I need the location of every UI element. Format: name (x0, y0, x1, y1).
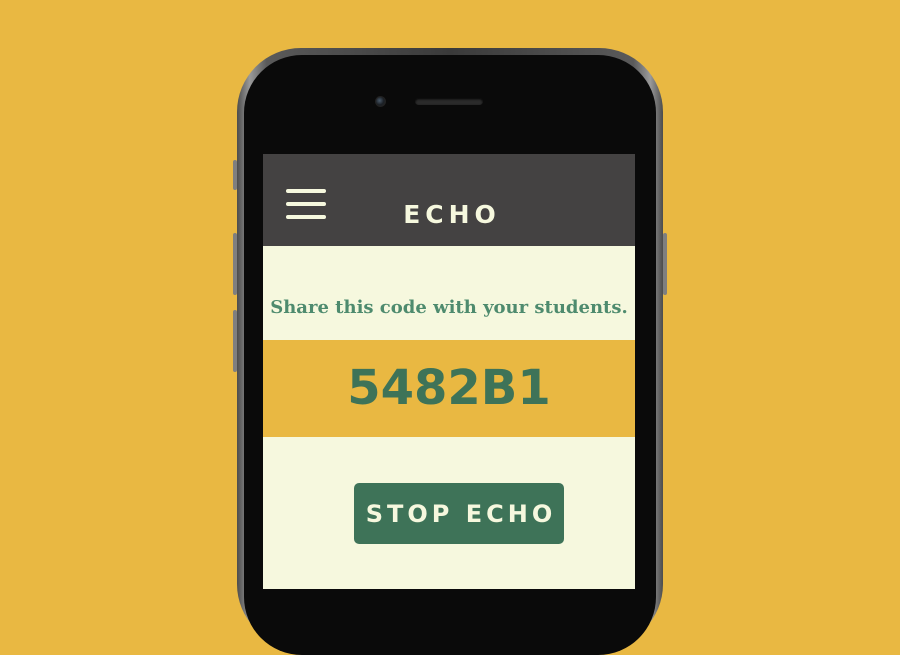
menu-bar-top (286, 189, 326, 193)
app-title: ECHO (403, 200, 501, 229)
earpiece-speaker (415, 98, 483, 105)
phone-volume-up-button (233, 233, 237, 295)
app-header: ECHO (263, 154, 635, 246)
session-code: 5482B1 (347, 360, 551, 416)
stop-echo-label: STOP ECHO (365, 500, 557, 528)
share-instruction-text: Share this code with your students. (270, 297, 628, 318)
stop-echo-button[interactable]: STOP ECHO (354, 483, 564, 544)
code-band: 5482B1 (263, 340, 635, 437)
phone-power-button (663, 233, 667, 295)
phone-side-button (233, 160, 237, 190)
page: { "header": { "title": "ECHO", "menu_ico… (0, 0, 900, 655)
app-screen: ECHO Share this code with your students.… (263, 154, 635, 589)
front-camera-icon (375, 96, 386, 107)
phone-volume-down-button (233, 310, 237, 372)
